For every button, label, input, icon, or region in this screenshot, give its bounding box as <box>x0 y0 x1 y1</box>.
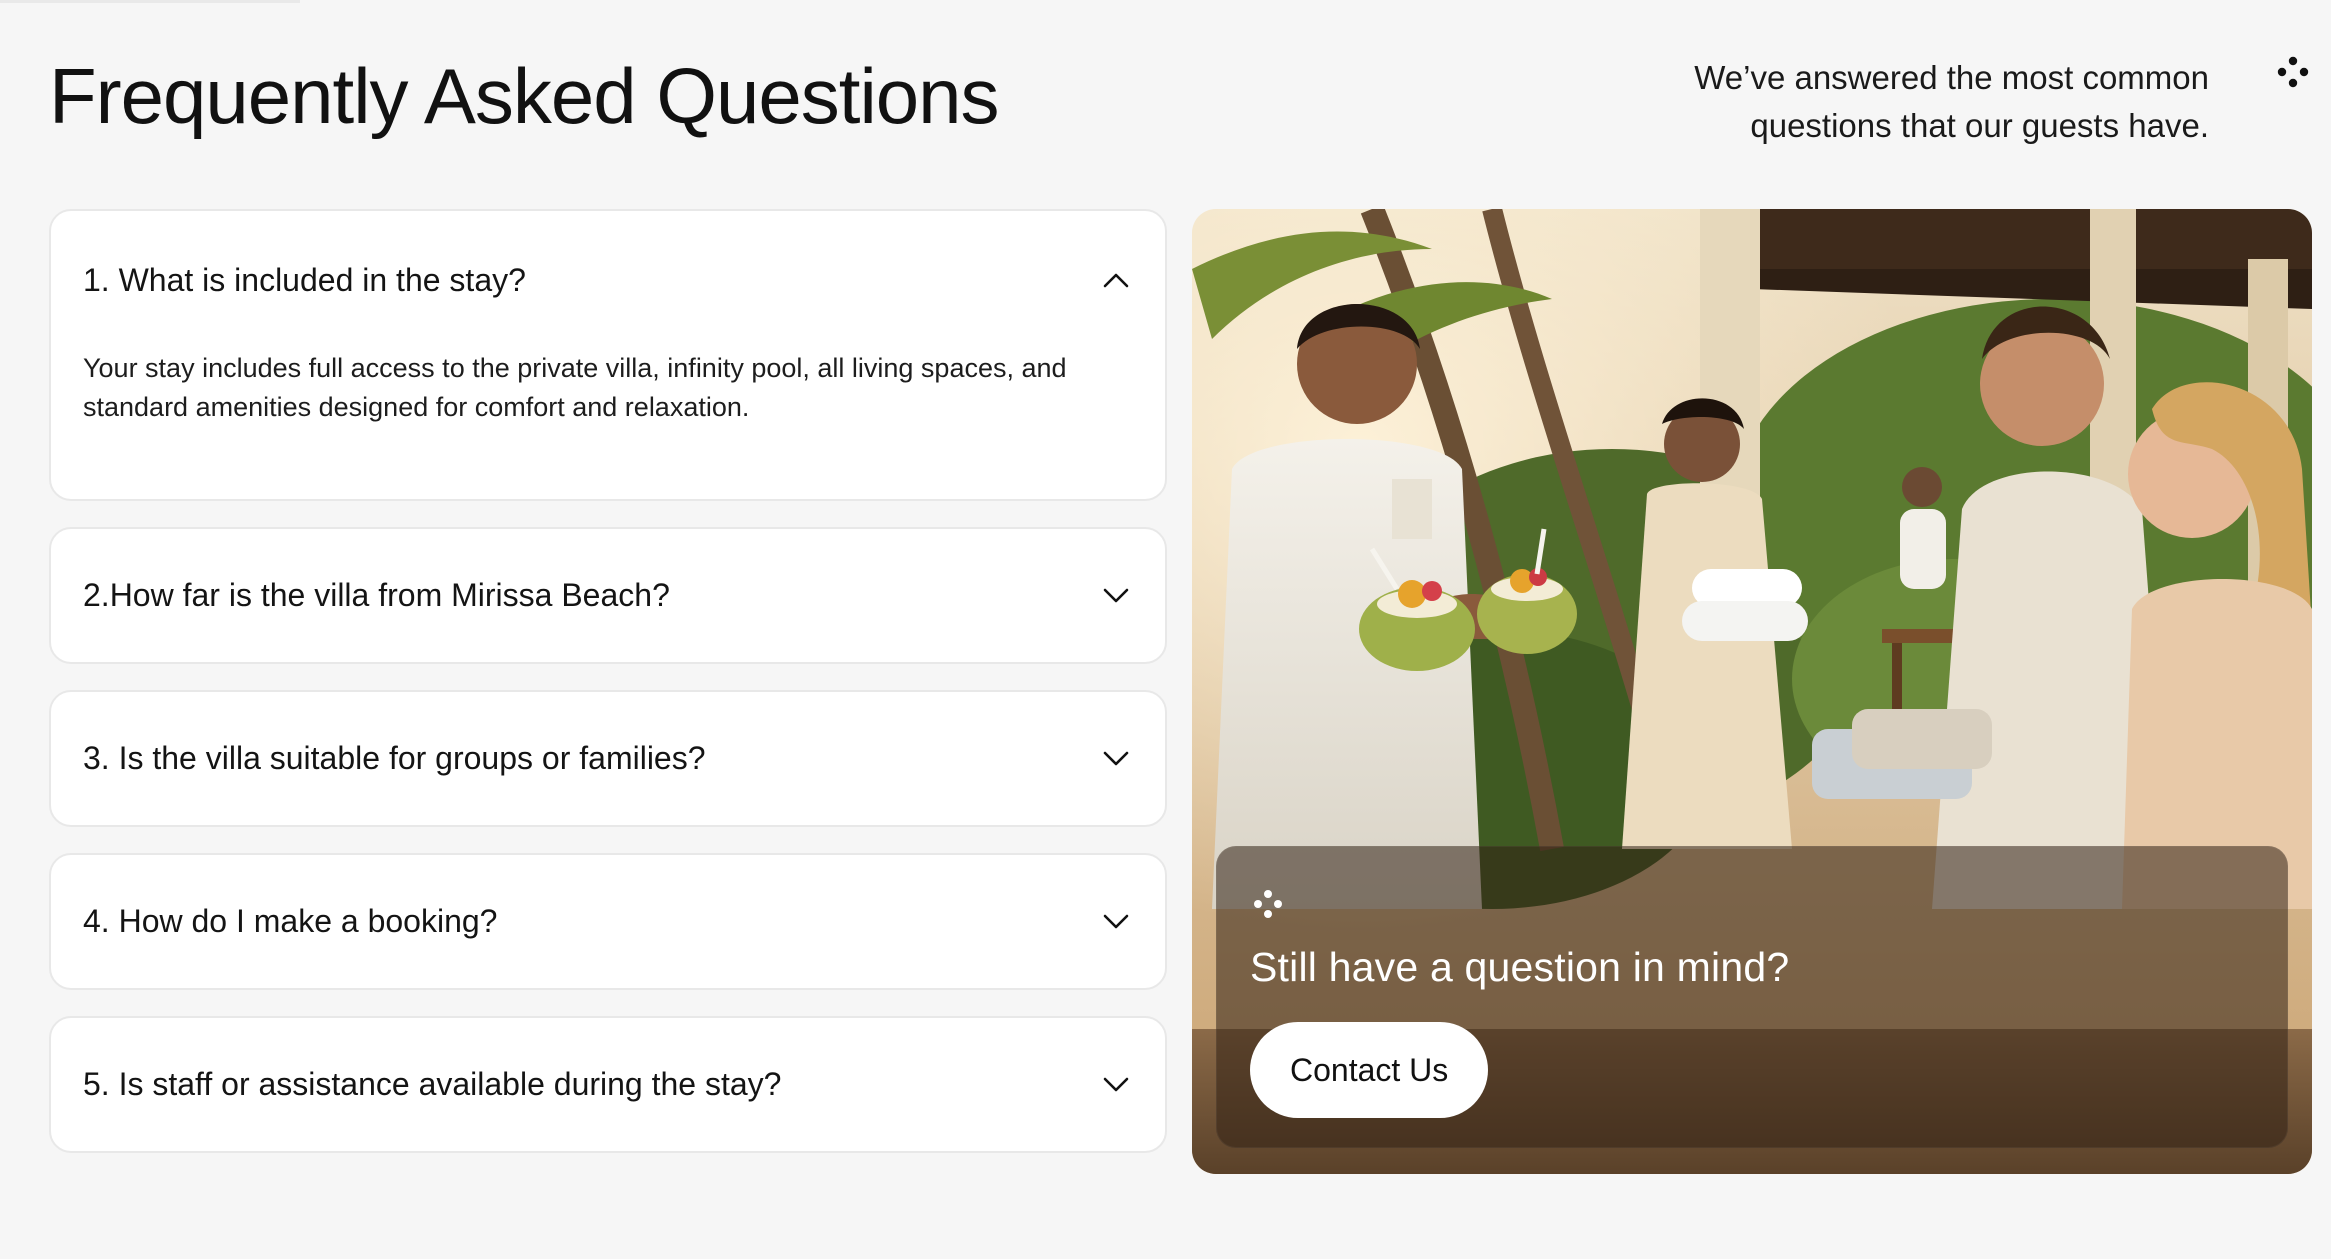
faq-question-1: 1. What is included in the stay? <box>83 261 526 298</box>
faq-question-5: 5. Is staff or assistance available duri… <box>83 1066 782 1102</box>
chevron-up-icon[interactable] <box>1099 263 1133 297</box>
chevron-down-icon[interactable] <box>1099 905 1133 939</box>
chevron-down-icon[interactable] <box>1099 579 1133 613</box>
faq-item-1[interactable]: 1. What is included in the stay? Your st… <box>49 209 1167 501</box>
faq-item-3[interactable]: 3. Is the villa suitable for groups or f… <box>49 690 1167 827</box>
faq-question-3: 3. Is the villa suitable for groups or f… <box>83 740 706 776</box>
intro-text: We’ve answered the most common questions… <box>1589 54 2209 150</box>
faq-item-2-header[interactable]: 2.How far is the villa from Mirissa Beac… <box>51 529 1165 662</box>
faq-question-4: 4. How do I make a booking? <box>83 903 498 939</box>
chevron-down-icon[interactable] <box>1099 742 1133 776</box>
faq-item-2[interactable]: 2.How far is the villa from Mirissa Beac… <box>49 527 1167 664</box>
cta-panel: Still have a question in mind? Contact U… <box>1216 846 2288 1148</box>
intro-line-1: We’ve answered the most common <box>1694 59 2209 96</box>
four-dot-icon <box>2277 56 2309 88</box>
intro-line-2: questions that our guests have. <box>1750 107 2209 144</box>
faq-item-1-header[interactable]: 1. What is included in the stay? <box>51 211 1165 349</box>
cta-title: Still have a question in mind? <box>1250 944 1790 990</box>
faq-list: 1. What is included in the stay? Your st… <box>49 209 1167 1179</box>
faq-item-4-header[interactable]: 4. How do I make a booking? <box>51 855 1165 988</box>
four-dot-icon <box>1254 890 1282 918</box>
faq-item-3-header[interactable]: 3. Is the villa suitable for groups or f… <box>51 692 1165 825</box>
villa-welcome-photo: Still have a question in mind? Contact U… <box>1192 209 2312 1174</box>
faq-answer-1: Your stay includes full access to the pr… <box>83 353 1067 422</box>
chevron-down-icon[interactable] <box>1099 1068 1133 1102</box>
faq-question-2: 2.How far is the villa from Mirissa Beac… <box>83 577 670 613</box>
top-divider <box>0 0 300 3</box>
faq-item-5[interactable]: 5. Is staff or assistance available duri… <box>49 1016 1167 1153</box>
page-title: Frequently Asked Questions <box>49 52 1000 140</box>
faq-item-4[interactable]: 4. How do I make a booking? <box>49 853 1167 990</box>
faq-item-5-header[interactable]: 5. Is staff or assistance available duri… <box>51 1018 1165 1151</box>
contact-us-button[interactable]: Contact Us <box>1250 1022 1489 1118</box>
